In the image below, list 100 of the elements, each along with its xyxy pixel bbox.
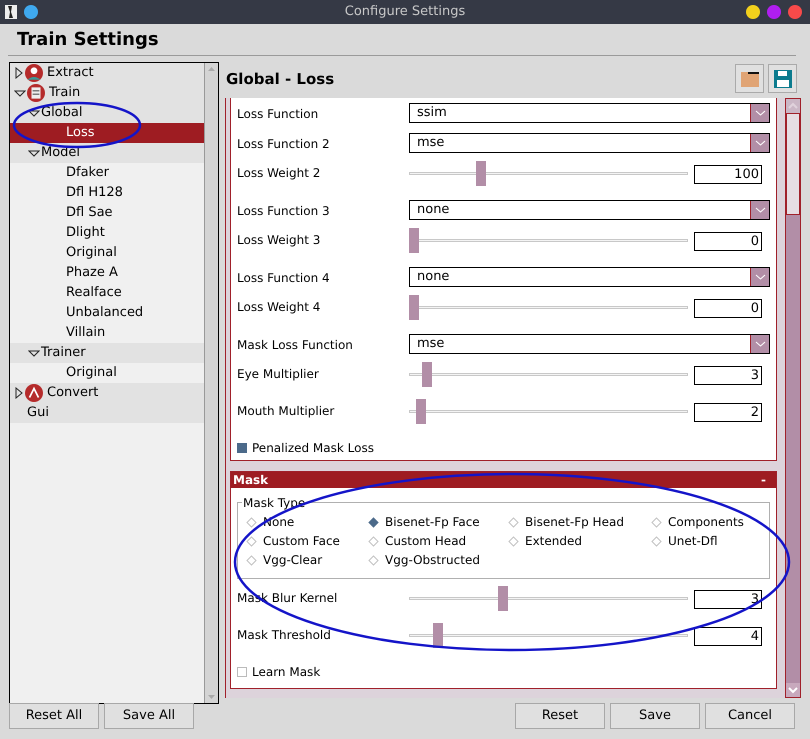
collapse-toggle[interactable]: - (761, 470, 774, 489)
scroll-down-icon[interactable] (786, 683, 800, 697)
minimize-button[interactable] (746, 5, 760, 19)
radio-option[interactable]: Custom Face (246, 532, 368, 551)
number-field[interactable]: 3 (694, 366, 762, 385)
slider-thumb[interactable] (422, 362, 432, 387)
number-field[interactable]: 4 (694, 626, 762, 646)
expanded-arrow-icon[interactable] (14, 88, 26, 98)
setting-label: Loss Weight 2 (237, 164, 322, 182)
dropdown-value: mse (416, 335, 444, 354)
slider-thumb[interactable] (416, 398, 426, 424)
action-button[interactable]: Reset (515, 703, 605, 729)
radio-diamond[interactable] (508, 516, 519, 528)
slider-track[interactable] (409, 294, 688, 320)
tree-item-label: Dfaker (66, 164, 109, 182)
tree-item[interactable]: Gui (10, 403, 204, 423)
setting-label: Eye Multiplier (237, 366, 320, 383)
dropdown-value: mse (416, 134, 444, 152)
radio-diamond[interactable] (246, 554, 257, 566)
collapsed-arrow-icon[interactable] (14, 67, 24, 79)
scroll-thumb[interactable] (786, 214, 800, 683)
slider-thumb[interactable] (476, 160, 486, 186)
slider-track[interactable] (409, 160, 688, 186)
dropdown[interactable]: ssim (409, 102, 770, 123)
radio-option[interactable]: Custom Head (368, 532, 508, 551)
action-button[interactable]: Save (610, 703, 700, 729)
tree-item-label: Dfl H128 (66, 184, 123, 202)
slider-track[interactable] (409, 586, 688, 611)
tree-item[interactable]: Loss (10, 123, 204, 143)
radio-option[interactable]: Bisenet-Fp Face (368, 512, 508, 532)
close-button[interactable] (788, 5, 802, 19)
radio-option[interactable]: Unet-Dfl (651, 532, 761, 551)
setting-label: Mask Threshold (237, 626, 332, 644)
expanded-arrow-icon[interactable] (28, 108, 40, 118)
dropdown[interactable]: mse (409, 132, 770, 153)
radio-option[interactable]: Bisenet-Fp Head (508, 512, 651, 532)
radio-option[interactable]: Vgg-Clear (246, 550, 368, 570)
slider-thumb[interactable] (409, 294, 419, 320)
tree-item-label: Dfl Sae (66, 204, 113, 222)
setting-label: Loss Function (237, 106, 320, 123)
radio-diamond[interactable] (651, 516, 662, 528)
number-field[interactable]: 0 (694, 298, 762, 318)
tree-item-label: Convert (47, 384, 98, 402)
tree-item-label: Unbalanced (66, 304, 144, 322)
dropdown[interactable]: none (409, 266, 770, 287)
tree-item[interactable]: Trainer (10, 343, 204, 363)
tree-item[interactable]: Model (10, 143, 204, 163)
maximize-button[interactable] (767, 5, 781, 19)
radio-diamond[interactable] (651, 536, 662, 547)
open-folder-button[interactable] (735, 64, 764, 94)
slider-track[interactable] (409, 398, 688, 424)
app-icon (4, 4, 18, 20)
circle-icon[interactable] (24, 5, 38, 19)
tree-item-label: Global (41, 104, 82, 122)
radio-option[interactable]: Extended (508, 532, 651, 551)
radio-option[interactable]: Components (651, 512, 761, 532)
checkbox[interactable] (237, 666, 247, 677)
expanded-arrow-icon[interactable] (28, 348, 40, 358)
tree-item[interactable]: Extract (10, 63, 204, 83)
slider-track[interactable] (409, 228, 688, 253)
dropdown-value: ssim (416, 104, 447, 122)
window-title: Configure Settings (344, 3, 466, 22)
radio-diamond[interactable] (368, 554, 379, 566)
action-button[interactable]: Save All (104, 703, 194, 729)
slider-thumb[interactable] (498, 586, 508, 611)
scrollbar[interactable] (204, 63, 218, 703)
number-field[interactable]: 3 (694, 590, 762, 609)
action-button[interactable]: Cancel (705, 703, 795, 729)
number-field[interactable]: 2 (694, 402, 762, 422)
tree-item[interactable]: Train (10, 83, 204, 103)
radio-option[interactable]: Vgg-Obstructed (368, 550, 508, 570)
setting-label: Mouth Multiplier (237, 402, 336, 420)
scrollbar[interactable] (785, 98, 801, 698)
radio-diamond[interactable] (368, 536, 379, 547)
tree-item[interactable]: Convert (10, 383, 204, 403)
dropdown[interactable]: none (409, 200, 770, 220)
tree-item-label: Original (66, 244, 117, 262)
action-button[interactable]: Reset All (9, 703, 99, 729)
scroll-up-icon[interactable] (786, 98, 800, 113)
checkbox[interactable] (237, 442, 247, 453)
setting-label: Loss Function 4 (237, 270, 331, 287)
slider-track[interactable] (409, 622, 688, 648)
tree-item[interactable]: Global (10, 103, 204, 123)
tree-item-label: Trainer (41, 344, 86, 362)
slider-thumb[interactable] (433, 622, 444, 648)
radio-diamond[interactable] (246, 516, 257, 528)
radio-diamond[interactable] (508, 536, 519, 547)
radio-diamond[interactable] (368, 516, 379, 528)
tree-item-label: Extract (47, 64, 94, 82)
number-field[interactable]: 0 (694, 232, 762, 251)
checkbox-label: Penalized Mask Loss (252, 440, 374, 457)
save-button[interactable] (768, 64, 797, 94)
slider-track[interactable] (409, 362, 688, 387)
expanded-arrow-icon[interactable] (28, 148, 40, 158)
tree-item-label: Villain (66, 324, 106, 342)
slider-thumb[interactable] (409, 228, 419, 253)
dropdown[interactable]: mse (409, 334, 770, 354)
collapsed-arrow-icon[interactable] (14, 387, 24, 399)
radio-diamond[interactable] (246, 536, 257, 547)
number-field[interactable]: 100 (694, 164, 762, 184)
